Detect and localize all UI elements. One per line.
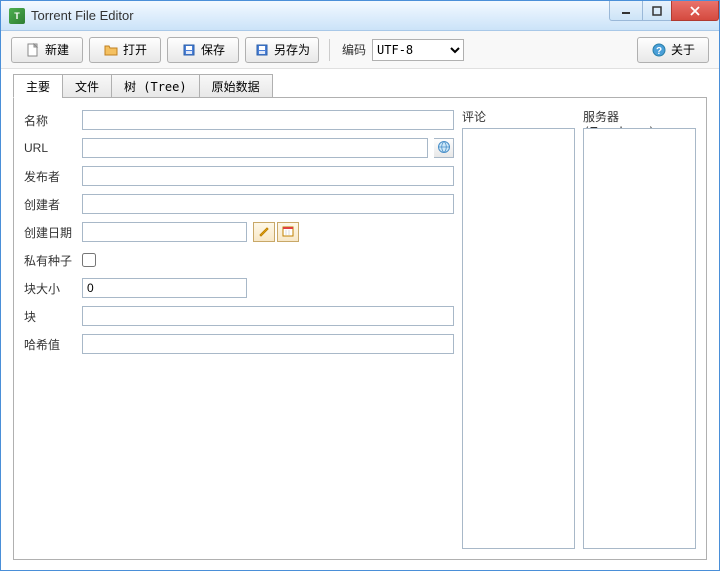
row-publisher: 发布者 (24, 164, 454, 188)
row-private: 私有种子 (24, 248, 454, 272)
toolbar: 新建 打开 保存 另存为 编码 UTF-8 ? (1, 31, 719, 69)
close-icon (690, 6, 700, 16)
maximize-icon (652, 6, 662, 16)
encoding-label: 编码 (342, 41, 366, 58)
piece-size-input[interactable] (82, 278, 247, 298)
app-window: T Torrent File Editor 新建 打开 (0, 0, 720, 571)
tab-files[interactable]: 文件 (62, 74, 112, 98)
publisher-input[interactable] (82, 166, 454, 186)
row-pieces: 块 (24, 304, 454, 328)
url-input[interactable] (82, 138, 428, 158)
encoding-select[interactable]: UTF-8 (372, 39, 464, 61)
close-button[interactable] (671, 1, 719, 21)
minimize-icon (621, 6, 631, 16)
name-input[interactable] (82, 110, 454, 130)
piece-size-label: 块大小 (24, 280, 76, 297)
toolbar-separator (329, 39, 330, 61)
open-label: 打开 (123, 41, 147, 58)
calendar-icon (282, 225, 294, 240)
comment-column: 评论 (462, 108, 575, 549)
private-checkbox[interactable] (82, 253, 96, 267)
publisher-label: 发布者 (24, 168, 76, 185)
creator-label: 创建者 (24, 196, 76, 213)
creator-input[interactable] (82, 194, 454, 214)
globe-icon (437, 140, 451, 157)
body-area: 主要 文件 树 (Tree) 原始数据 名称 URL (1, 69, 719, 570)
form-panel: 名称 URL 发布者 创建者 (24, 108, 454, 549)
save-icon (181, 42, 197, 58)
date-now-button[interactable] (253, 222, 275, 242)
window-title: Torrent File Editor (31, 8, 134, 23)
trackers-box[interactable] (583, 128, 696, 549)
hash-input[interactable] (82, 334, 454, 354)
private-label: 私有种子 (24, 252, 76, 269)
save-as-label: 另存为 (274, 41, 310, 58)
help-icon: ? (651, 42, 667, 58)
window-controls (610, 1, 719, 21)
trackers-header: 服务器 (Trackers) (583, 108, 696, 128)
row-hash: 哈希值 (24, 332, 454, 356)
row-name: 名称 (24, 108, 454, 132)
tab-tree[interactable]: 树 (Tree) (111, 74, 200, 98)
about-button[interactable]: ? 关于 (637, 37, 709, 63)
wand-icon (258, 225, 270, 240)
row-url: URL (24, 136, 454, 160)
new-label: 新建 (45, 41, 69, 58)
save-as-button[interactable]: 另存为 (245, 37, 319, 63)
right-columns: 评论 服务器 (Trackers) (462, 108, 696, 549)
date-picker-button[interactable] (277, 222, 299, 242)
minimize-button[interactable] (609, 1, 643, 21)
open-folder-icon (103, 42, 119, 58)
new-button[interactable]: 新建 (11, 37, 83, 63)
name-label: 名称 (24, 112, 76, 129)
hash-label: 哈希值 (24, 336, 76, 353)
url-browse-button[interactable] (434, 138, 454, 158)
svg-text:?: ? (656, 46, 662, 57)
tab-raw[interactable]: 原始数据 (199, 74, 273, 98)
open-button[interactable]: 打开 (89, 37, 161, 63)
save-button[interactable]: 保存 (167, 37, 239, 63)
tab-main[interactable]: 主要 (13, 74, 63, 98)
comment-header: 评论 (462, 108, 575, 128)
app-icon: T (9, 8, 25, 24)
row-creator: 创建者 (24, 192, 454, 216)
save-as-icon (254, 42, 270, 58)
date-input[interactable] (82, 222, 247, 242)
tab-content-main: 名称 URL 发布者 创建者 (13, 97, 707, 560)
row-piece-size: 块大小 (24, 276, 454, 300)
pieces-label: 块 (24, 308, 76, 325)
tab-bar: 主要 文件 树 (Tree) 原始数据 (13, 74, 707, 98)
url-label: URL (24, 141, 76, 155)
comment-box[interactable] (462, 128, 575, 549)
about-label: 关于 (671, 41, 695, 58)
new-file-icon (25, 42, 41, 58)
date-label: 创建日期 (24, 224, 76, 241)
save-label: 保存 (201, 41, 225, 58)
row-date: 创建日期 (24, 220, 454, 244)
pieces-input[interactable] (82, 306, 454, 326)
trackers-column: 服务器 (Trackers) (583, 108, 696, 549)
maximize-button[interactable] (642, 1, 672, 21)
titlebar[interactable]: T Torrent File Editor (1, 1, 719, 31)
